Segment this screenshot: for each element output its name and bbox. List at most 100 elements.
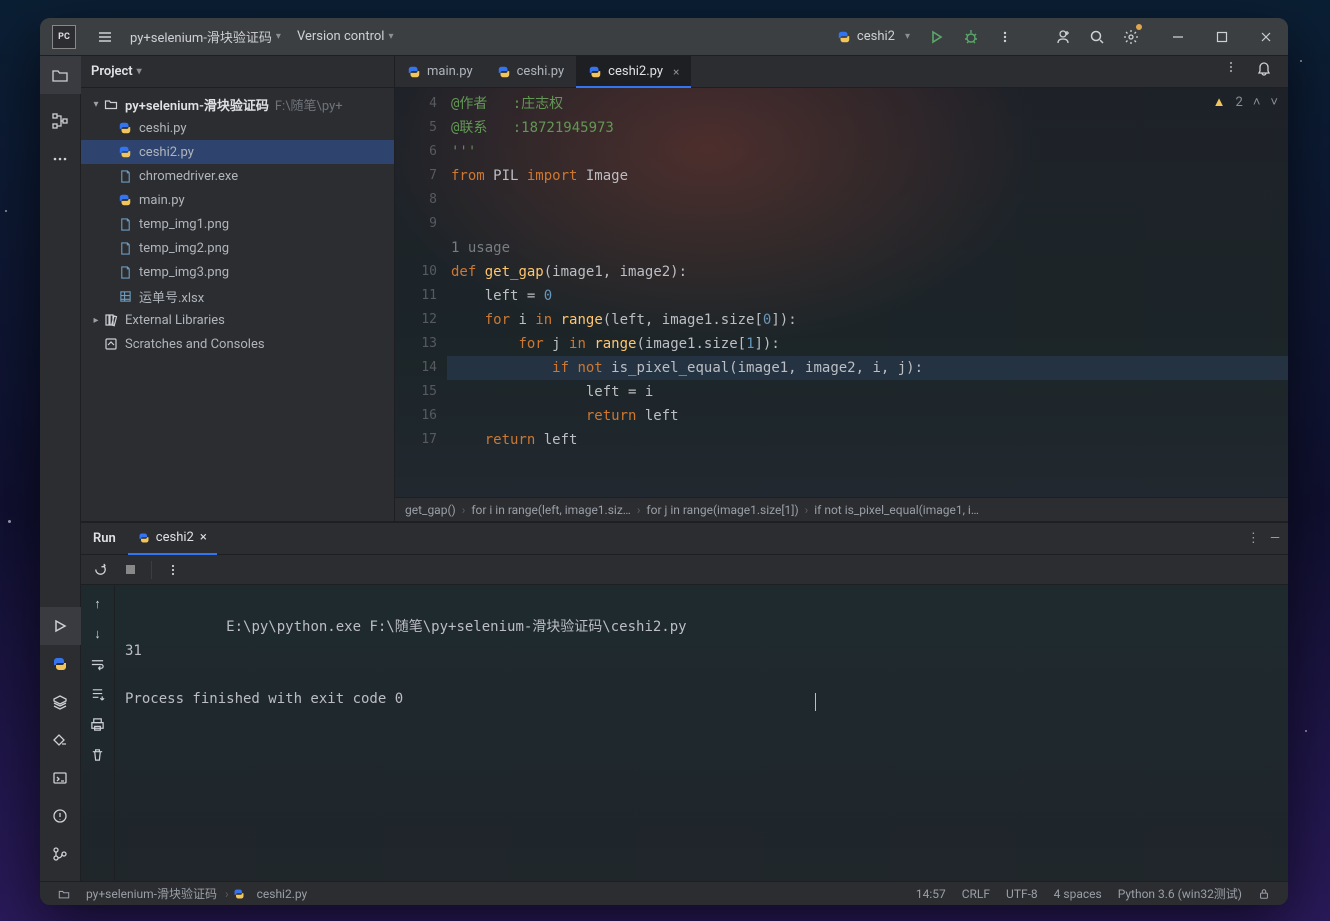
- editor-tab[interactable]: ceshi2.py×: [576, 56, 691, 87]
- rerun-button[interactable]: [87, 557, 113, 583]
- breadcrumb-segment[interactable]: if not is_pixel_equal(image1, i…: [814, 503, 979, 517]
- tree-file[interactable]: ceshi2.py: [81, 140, 394, 164]
- more-actions-icon[interactable]: [160, 557, 186, 583]
- statusbar: py+selenium-滑块验证码 › ceshi2.py 14:57 CRLF…: [40, 881, 1288, 905]
- vcs-icon[interactable]: [40, 835, 81, 873]
- breadcrumb-segment[interactable]: for i in range(left, image1.siz…: [471, 503, 630, 517]
- lock-icon[interactable]: [1250, 888, 1278, 900]
- tree-root[interactable]: ▾ py+selenium-滑块验证码 F:\随笔\py+: [81, 92, 394, 116]
- problems-icon[interactable]: [40, 797, 81, 835]
- external-libraries[interactable]: ▸ External Libraries: [81, 308, 394, 332]
- services-icon[interactable]: [40, 683, 81, 721]
- settings-icon[interactable]: [1114, 18, 1148, 56]
- status-encoding[interactable]: UTF-8: [998, 887, 1046, 901]
- update-indicator: [1136, 24, 1142, 30]
- python-icon: [837, 30, 851, 44]
- breadcrumb[interactable]: get_gap()›for i in range(left, image1.si…: [395, 497, 1288, 521]
- python-icon: [407, 65, 421, 79]
- status-path-root[interactable]: py+selenium-滑块验证码: [78, 885, 225, 902]
- text-cursor: [815, 693, 816, 711]
- ide-window: PC py+selenium-滑块验证码 ▾ Version control ▾…: [40, 18, 1288, 905]
- status-line-sep[interactable]: CRLF: [954, 887, 998, 901]
- chevron-down-icon[interactable]: ˅: [1270, 94, 1278, 110]
- window-close[interactable]: [1244, 18, 1288, 56]
- window-maximize[interactable]: [1200, 18, 1244, 56]
- python-packages-icon[interactable]: [40, 645, 81, 683]
- tree-file[interactable]: temp_img1.png: [81, 212, 394, 236]
- editor-tab[interactable]: main.py: [395, 56, 485, 87]
- file-icon: [117, 170, 133, 183]
- file-name: temp_img1.png: [139, 217, 229, 232]
- tab-label: ceshi.py: [517, 64, 565, 79]
- chevron-down-icon: ▾: [137, 66, 142, 77]
- tree-file[interactable]: ceshi.py: [81, 116, 394, 140]
- python-console-icon[interactable]: [40, 721, 81, 759]
- file-name: 运单号.xlsx: [139, 287, 204, 306]
- tree-file[interactable]: chromedriver.exe: [81, 164, 394, 188]
- run-config-tab[interactable]: ceshi2 ×: [128, 523, 217, 555]
- titlebar: PC py+selenium-滑块验证码 ▾ Version control ▾…: [40, 18, 1288, 56]
- file-name: main.py: [139, 193, 185, 208]
- project-tool-icon[interactable]: [40, 56, 81, 94]
- chevron-up-icon[interactable]: ˄: [1253, 94, 1261, 110]
- more-tools-icon[interactable]: [40, 140, 81, 178]
- python-icon: [233, 888, 245, 900]
- project-name: py+selenium-滑块验证码: [130, 27, 272, 46]
- minimize-icon[interactable]: —: [1270, 531, 1280, 546]
- close-icon[interactable]: ×: [200, 530, 207, 545]
- status-path-file[interactable]: ceshi2.py: [249, 887, 316, 901]
- notifications-icon[interactable]: [1256, 60, 1280, 84]
- close-icon[interactable]: ×: [673, 65, 679, 79]
- tree-file[interactable]: 运单号.xlsx: [81, 284, 394, 308]
- inspection-widget[interactable]: ▲ 2 ˄ ˅: [1213, 94, 1278, 110]
- status-indent[interactable]: 4 spaces: [1046, 887, 1110, 901]
- left-tool-strip: [40, 56, 81, 881]
- soft-wrap-icon[interactable]: [85, 651, 111, 677]
- editor-tab[interactable]: ceshi.py: [485, 56, 577, 87]
- clear-icon[interactable]: [85, 741, 111, 767]
- file-name: temp_img2.png: [139, 241, 229, 256]
- project-pane-header[interactable]: Project ▾: [81, 56, 394, 88]
- up-stack-icon[interactable]: ↑: [85, 591, 111, 617]
- folder-icon: [103, 97, 119, 111]
- file-icon: [117, 266, 133, 279]
- breadcrumb-segment[interactable]: get_gap(): [405, 503, 456, 517]
- file-icon: [117, 242, 133, 255]
- app-logo: PC: [52, 25, 76, 49]
- print-icon[interactable]: [85, 711, 111, 737]
- run-toolbar: [81, 555, 1288, 585]
- tree-file[interactable]: temp_img2.png: [81, 236, 394, 260]
- library-icon: [103, 313, 119, 327]
- project-tree: ▾ py+selenium-滑块验证码 F:\随笔\py+ ceshi.pyce…: [81, 88, 394, 521]
- main-menu-icon[interactable]: [88, 18, 122, 56]
- code-editor[interactable]: 4567891011121314151617 @作者 :庄志权@联系 :1872…: [395, 88, 1288, 497]
- more-actions-icon[interactable]: [988, 18, 1022, 56]
- collaborate-icon[interactable]: [1046, 18, 1080, 56]
- stop-button[interactable]: [117, 557, 143, 583]
- chevron-down-icon: ▾: [276, 31, 281, 42]
- version-control-menu[interactable]: Version control ▾: [289, 18, 402, 56]
- run-configuration-selector[interactable]: ceshi2 ▾: [827, 29, 920, 44]
- structure-tool-icon[interactable]: [40, 102, 81, 140]
- run-button[interactable]: [920, 18, 954, 56]
- tab-actions-icon[interactable]: [1224, 60, 1248, 84]
- search-icon[interactable]: [1080, 18, 1114, 56]
- tree-file[interactable]: temp_img3.png: [81, 260, 394, 284]
- window-minimize[interactable]: [1156, 18, 1200, 56]
- scratch-icon: [103, 337, 119, 351]
- console-output[interactable]: E:\py\python.exe F:\随笔\py+selenium-滑块验证码…: [115, 585, 1288, 881]
- editor-area: main.py ceshi.py ceshi2.py× 45678910111213…: [395, 56, 1288, 521]
- tree-file[interactable]: main.py: [81, 188, 394, 212]
- breadcrumb-segment[interactable]: for j in range(image1.size[1]): [646, 503, 798, 517]
- terminal-icon[interactable]: [40, 759, 81, 797]
- status-time: 14:57: [908, 887, 954, 901]
- scroll-to-end-icon[interactable]: [85, 681, 111, 707]
- file-name: chromedriver.exe: [139, 169, 238, 184]
- run-tool-icon[interactable]: [40, 607, 81, 645]
- status-interpreter[interactable]: Python 3.6 (win32测试): [1110, 885, 1250, 902]
- more-icon[interactable]: ⋮: [1247, 531, 1260, 546]
- debug-button[interactable]: [954, 18, 988, 56]
- project-selector[interactable]: py+selenium-滑块验证码 ▾: [122, 18, 289, 56]
- scratches-and-consoles[interactable]: Scratches and Consoles: [81, 332, 394, 356]
- down-stack-icon[interactable]: ↓: [85, 621, 111, 647]
